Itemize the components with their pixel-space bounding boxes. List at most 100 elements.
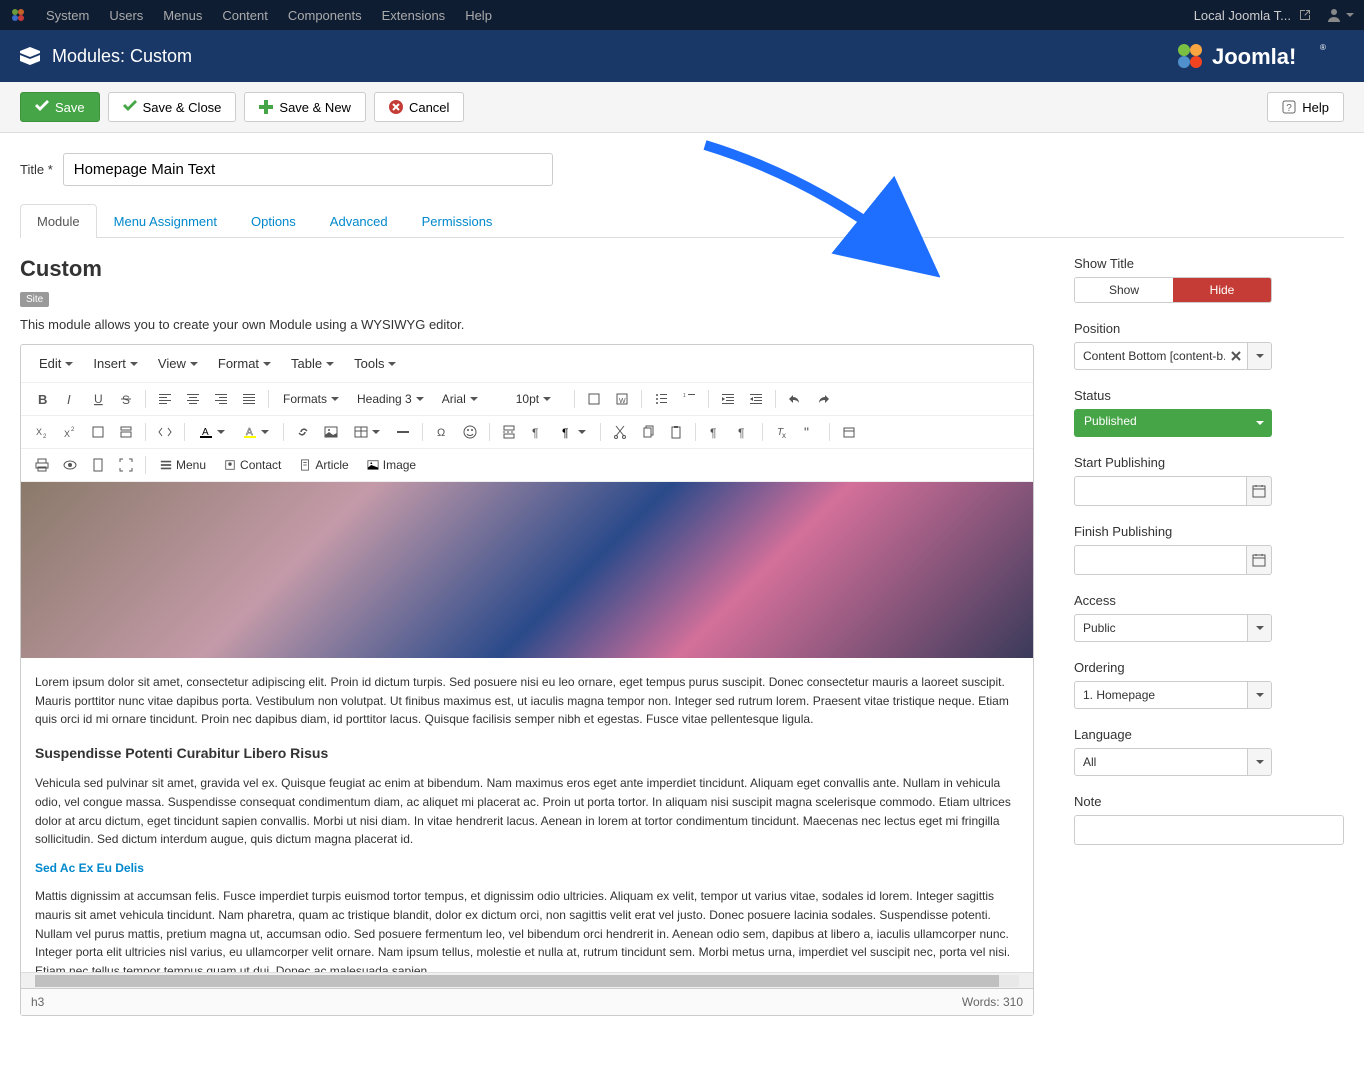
- paste-button[interactable]: [663, 420, 689, 444]
- menu-insert[interactable]: Insert: [85, 351, 146, 376]
- start-publishing-input[interactable]: [1074, 476, 1247, 506]
- access-dropdown[interactable]: Public: [1074, 614, 1272, 642]
- print-button[interactable]: [29, 453, 55, 477]
- start-publishing-calendar-button[interactable]: [1247, 476, 1272, 506]
- indent-button[interactable]: [743, 387, 769, 411]
- menu-table[interactable]: Table: [283, 351, 342, 376]
- numbers-button[interactable]: 1: [676, 387, 702, 411]
- italic-button[interactable]: I: [57, 387, 83, 411]
- pagebreak-button[interactable]: [496, 420, 522, 444]
- image-button[interactable]: [318, 420, 344, 444]
- user-caret-icon[interactable]: [1346, 13, 1354, 17]
- extra-article-button[interactable]: Article: [291, 454, 356, 476]
- nav-system[interactable]: System: [36, 8, 99, 23]
- para-button[interactable]: ¶: [524, 420, 550, 444]
- ordering-dropdown[interactable]: 1. Homepage: [1074, 681, 1272, 709]
- forecolor-button[interactable]: A: [191, 422, 233, 442]
- tab-permissions[interactable]: Permissions: [405, 204, 510, 238]
- para2-button[interactable]: ¶: [702, 420, 728, 444]
- nav-content[interactable]: Content: [212, 8, 278, 23]
- help-button[interactable]: ? Help: [1267, 92, 1344, 122]
- status-caret[interactable]: [1248, 409, 1272, 437]
- link-button[interactable]: [290, 420, 316, 444]
- position-clear[interactable]: [1225, 343, 1247, 369]
- calendar-button[interactable]: [836, 420, 862, 444]
- position-dropdown[interactable]: Content Bottom [content-b...: [1074, 342, 1272, 370]
- user-icon[interactable]: [1326, 8, 1342, 22]
- removeformat-button[interactable]: Tx: [769, 420, 795, 444]
- emoticon-button[interactable]: [457, 420, 483, 444]
- nav-help[interactable]: Help: [455, 8, 502, 23]
- editor-horizontal-scrollbar[interactable]: [21, 972, 1033, 988]
- hr-button[interactable]: [390, 420, 416, 444]
- cut-button[interactable]: [607, 420, 633, 444]
- nav-components[interactable]: Components: [278, 8, 372, 23]
- heading-dropdown[interactable]: Heading 3: [349, 389, 432, 409]
- title-input[interactable]: [63, 153, 553, 186]
- align-left-button[interactable]: [152, 387, 178, 411]
- site-name-link[interactable]: Local Joomla T...: [1194, 8, 1291, 23]
- align-right-button[interactable]: [208, 387, 234, 411]
- extra-image-button[interactable]: Image: [359, 454, 424, 476]
- menu-tools[interactable]: Tools: [346, 351, 404, 376]
- copy-button[interactable]: [635, 420, 661, 444]
- language-caret[interactable]: [1247, 749, 1271, 775]
- tab-options[interactable]: Options: [234, 204, 313, 238]
- cancel-button[interactable]: Cancel: [374, 92, 464, 122]
- finish-publishing-input[interactable]: [1074, 545, 1247, 575]
- align-center-button[interactable]: [180, 387, 206, 411]
- menu-edit[interactable]: Edit: [31, 351, 81, 376]
- extra-menu-button[interactable]: Menu: [152, 454, 214, 476]
- menu-view[interactable]: View: [150, 351, 206, 376]
- extra-contact-button[interactable]: Contact: [216, 454, 289, 476]
- bold-button[interactable]: B: [29, 387, 55, 411]
- show-title-show[interactable]: Show: [1075, 278, 1173, 302]
- square-button[interactable]: [85, 420, 111, 444]
- save-close-button[interactable]: Save & Close: [108, 92, 237, 122]
- nav-menus[interactable]: Menus: [153, 8, 212, 23]
- language-dropdown[interactable]: All: [1074, 748, 1272, 776]
- para3-button[interactable]: ¶: [730, 420, 756, 444]
- strike-button[interactable]: S: [113, 387, 139, 411]
- external-link-icon[interactable]: [1299, 9, 1311, 21]
- position-caret[interactable]: [1247, 343, 1271, 369]
- access-caret[interactable]: [1247, 615, 1271, 641]
- backcolor-button[interactable]: A: [235, 422, 277, 442]
- redo-button[interactable]: [810, 387, 836, 411]
- save-new-button[interactable]: Save & New: [244, 92, 366, 122]
- code-button[interactable]: [152, 420, 178, 444]
- superscript-button[interactable]: X2: [57, 420, 83, 444]
- fullscreen-button[interactable]: [113, 453, 139, 477]
- pasteword-button[interactable]: W: [609, 387, 635, 411]
- finish-publishing-calendar-button[interactable]: [1247, 545, 1272, 575]
- note-input[interactable]: [1074, 815, 1344, 845]
- omega-button[interactable]: Ω: [429, 420, 455, 444]
- editor-path[interactable]: h3: [31, 995, 44, 1009]
- align-justify-button[interactable]: [236, 387, 262, 411]
- editor-body[interactable]: Lorem ipsum dolor sit amet, consectetur …: [21, 482, 1033, 972]
- tab-advanced[interactable]: Advanced: [313, 204, 405, 238]
- bullets-button[interactable]: [648, 387, 674, 411]
- calc-button[interactable]: [85, 453, 111, 477]
- template-button[interactable]: [113, 420, 139, 444]
- table-button[interactable]: [346, 422, 388, 442]
- font-dropdown[interactable]: Arial: [434, 389, 506, 409]
- tab-menu-assignment[interactable]: Menu Assignment: [97, 204, 234, 238]
- nav-extensions[interactable]: Extensions: [372, 8, 456, 23]
- save-button[interactable]: Save: [20, 92, 100, 122]
- tab-module[interactable]: Module: [20, 204, 97, 238]
- para-drop[interactable]: ¶: [552, 422, 594, 442]
- ordering-caret[interactable]: [1247, 682, 1271, 708]
- status-dropdown[interactable]: Published: [1074, 409, 1272, 437]
- nav-users[interactable]: Users: [99, 8, 153, 23]
- undo-button[interactable]: [782, 387, 808, 411]
- underline-button[interactable]: U: [85, 387, 111, 411]
- quote-button[interactable]: ": [797, 420, 823, 444]
- menu-format[interactable]: Format: [210, 351, 279, 376]
- subscript-button[interactable]: X2: [29, 420, 55, 444]
- formats-dropdown[interactable]: Formats: [275, 389, 347, 409]
- outdent-button[interactable]: [715, 387, 741, 411]
- fontsize-dropdown[interactable]: 10pt: [508, 389, 568, 409]
- pastetext-button[interactable]: [581, 387, 607, 411]
- preview-button[interactable]: [57, 453, 83, 477]
